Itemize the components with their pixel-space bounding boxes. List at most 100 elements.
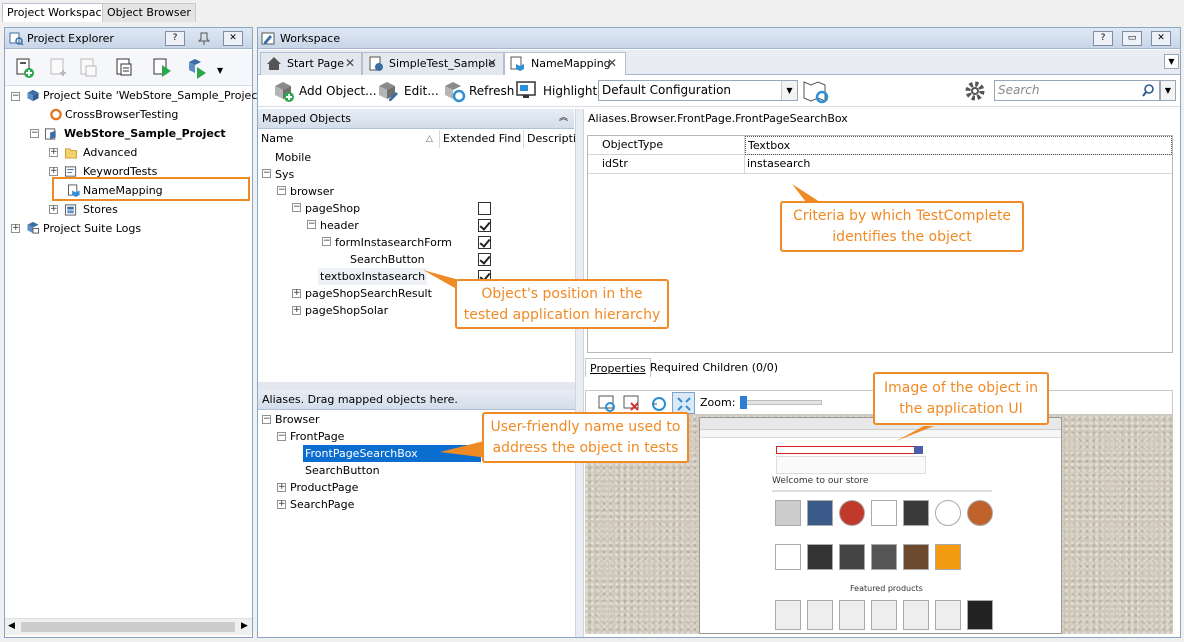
collapse-icon[interactable]: − [11, 92, 20, 101]
tab-properties[interactable]: Properties [585, 358, 651, 377]
help-button[interactable]: ? [1093, 31, 1113, 46]
collapse-icon[interactable]: − [30, 129, 39, 138]
pin-icon[interactable] [197, 31, 211, 46]
expand-icon[interactable]: + [49, 205, 58, 214]
refresh-icon[interactable] [442, 79, 466, 103]
column-extended-find[interactable]: Extended Find [440, 130, 524, 148]
extended-find-checkbox[interactable] [478, 219, 491, 232]
collapse-up-icon[interactable]: ︽ [559, 109, 568, 128]
scroll-right-icon[interactable]: ▶ [241, 621, 248, 631]
run-icon[interactable] [151, 56, 175, 80]
collapse-icon[interactable]: − [307, 220, 316, 229]
extended-find-checkbox[interactable] [478, 236, 491, 249]
alias-item-searchpage[interactable]: SearchPage [290, 496, 354, 513]
add-object-button[interactable]: Add Object... [299, 82, 377, 102]
remove-item-icon[interactable] [77, 56, 101, 80]
extended-find-checkbox[interactable] [478, 253, 491, 266]
properties-icon[interactable] [113, 56, 137, 80]
alias-item-searchbutton[interactable]: SearchButton [305, 462, 380, 479]
expand-icon[interactable]: + [277, 483, 286, 492]
extended-find-checkbox[interactable] [478, 202, 491, 215]
property-value[interactable]: Textbox [745, 136, 1172, 155]
run-dropdown-icon[interactable] [185, 56, 209, 80]
edit-icon[interactable] [376, 79, 400, 103]
tab-list-dropdown[interactable]: ▼ [1164, 54, 1179, 69]
alias-item-frontpagesearchbox[interactable]: FrontPageSearchBox [303, 445, 481, 462]
collapse-icon[interactable]: − [292, 203, 301, 212]
search-input[interactable]: Search [994, 80, 1160, 101]
tree-item-stores[interactable]: Stores [83, 201, 118, 218]
tab-object-browser[interactable]: Object Browser [102, 3, 196, 22]
mapped-item-searchbutton[interactable]: SearchButton [350, 251, 425, 268]
scroll-thumb[interactable] [21, 622, 235, 632]
tree-item-advanced[interactable]: Advanced [83, 144, 137, 161]
expand-icon[interactable]: + [11, 224, 20, 233]
tab-required-children[interactable]: Required Children (0/0) [647, 358, 781, 377]
alias-item-productpage[interactable]: ProductPage [290, 479, 358, 496]
chevron-down-icon[interactable]: ▼ [217, 66, 223, 75]
fit-to-window-button[interactable] [672, 392, 695, 414]
search-options-dropdown[interactable]: ▼ [1160, 80, 1176, 101]
configuration-select[interactable]: Default Configuration ▼ [598, 80, 798, 101]
mapped-item-mobile[interactable]: Mobile [275, 149, 311, 166]
close-tab-icon[interactable]: ✕ [607, 53, 617, 74]
mapped-item-browser[interactable]: browser [290, 183, 334, 200]
mapped-item-textboxinstasearch[interactable]: textboxInstasearch [318, 268, 428, 285]
manage-configurations-icon[interactable] [802, 78, 830, 104]
highlight-icon[interactable] [515, 79, 539, 103]
add-existing-icon[interactable] [47, 56, 71, 80]
close-panel-button[interactable]: ✕ [223, 31, 243, 46]
expand-icon[interactable]: + [292, 289, 301, 298]
column-name[interactable]: Name △ [258, 130, 440, 148]
tree-item-project-suite[interactable]: Project Suite 'WebStore_Sample_Project_S [43, 87, 274, 104]
collapse-icon[interactable]: − [322, 237, 331, 246]
add-object-icon[interactable] [272, 79, 296, 103]
property-row[interactable]: ObjectType Textbox [588, 136, 1172, 155]
tab-simpletest-sample[interactable]: SimpleTest_Sample ✕ [362, 52, 504, 75]
restore-button[interactable]: ▭ [1122, 31, 1142, 46]
expand-icon[interactable]: + [277, 500, 286, 509]
vertical-splitter[interactable] [575, 109, 584, 637]
collapse-icon[interactable]: − [277, 186, 286, 195]
gear-icon[interactable] [964, 80, 986, 102]
expand-icon[interactable]: + [49, 167, 58, 176]
mapped-item-sys[interactable]: Sys [275, 166, 294, 183]
edit-button[interactable]: Edit... [404, 82, 439, 102]
help-button[interactable]: ? [165, 31, 185, 46]
mapped-item-forminstasearchform[interactable]: formInstasearchForm [335, 234, 452, 251]
scroll-left-icon[interactable]: ◀ [8, 621, 15, 631]
mapped-item-pageshopsolar[interactable]: pageShopSolar [305, 302, 388, 319]
tab-namemapping[interactable]: NameMapping ✕ [504, 52, 626, 76]
chevron-down-icon[interactable]: ▼ [781, 81, 797, 100]
search-icon[interactable] [1142, 84, 1155, 97]
alias-item-browser[interactable]: Browser [275, 411, 320, 428]
tree-item-project[interactable]: WebStore_Sample_Project [64, 125, 226, 142]
highlight-button[interactable]: Highlight [543, 82, 597, 102]
image-delete-icon[interactable] [623, 395, 641, 412]
collapse-icon[interactable]: − [262, 169, 271, 178]
image-sync-icon[interactable] [650, 395, 668, 412]
expand-icon[interactable]: + [49, 148, 58, 157]
property-row[interactable]: idStr instasearch [588, 155, 1172, 174]
collapse-icon[interactable]: − [277, 432, 286, 441]
tree-item-crossbrowsertesting[interactable]: CrossBrowserTesting [65, 106, 178, 123]
tree-item-project-suite-logs[interactable]: Project Suite Logs [43, 220, 141, 237]
close-workspace-button[interactable]: ✕ [1151, 31, 1171, 46]
horizontal-splitter[interactable] [258, 382, 575, 390]
tab-start-page[interactable]: Start Page ✕ [260, 52, 362, 75]
add-item-icon[interactable] [13, 56, 37, 80]
horizontal-scrollbar[interactable]: ◀ ▶ [5, 618, 252, 635]
collapse-icon[interactable]: − [262, 415, 271, 424]
image-refresh-icon[interactable] [598, 395, 616, 412]
expand-icon[interactable]: + [292, 306, 301, 315]
column-description[interactable]: Descriptio [524, 130, 575, 148]
mapped-item-header[interactable]: header [320, 217, 359, 234]
zoom-slider-thumb[interactable] [740, 396, 747, 409]
close-tab-icon[interactable]: ✕ [487, 53, 497, 74]
alias-item-frontpage[interactable]: FrontPage [290, 428, 344, 445]
close-tab-icon[interactable]: ✕ [345, 53, 355, 74]
mapped-item-pageshopsearchresult[interactable]: pageShopSearchResult [305, 285, 432, 302]
property-value[interactable]: instasearch [745, 155, 1172, 174]
zoom-slider-track[interactable] [740, 400, 822, 405]
refresh-button[interactable]: Refresh [469, 82, 514, 102]
